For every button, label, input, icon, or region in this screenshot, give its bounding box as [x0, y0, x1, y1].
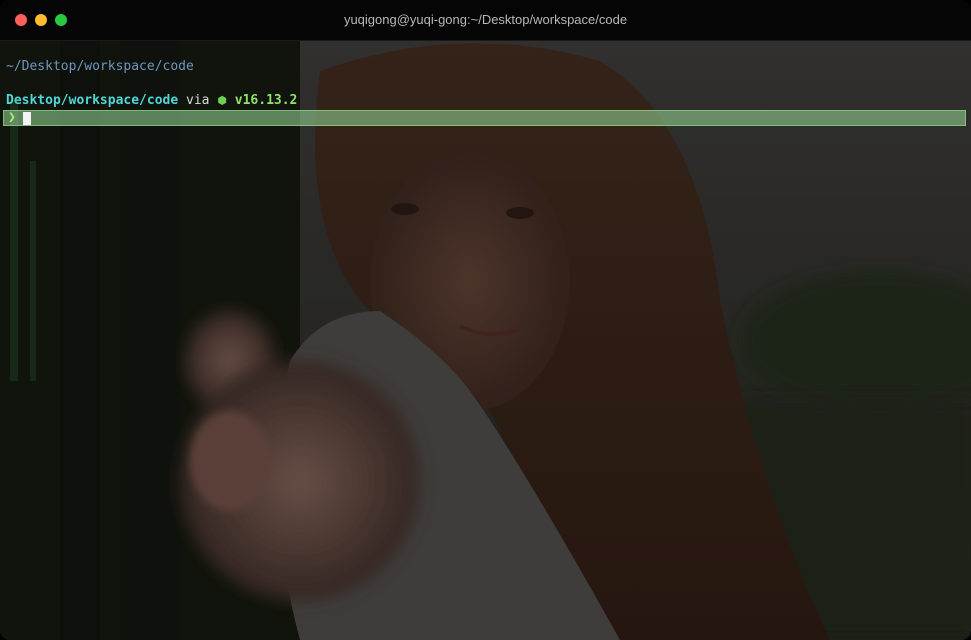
nodejs-icon: ⬢: [217, 94, 227, 107]
command-input-line[interactable]: ❯: [3, 110, 966, 126]
text-cursor: [23, 112, 31, 125]
prompt-chevron-icon: ❯: [8, 110, 16, 125]
terminal-content[interactable]: ~/Desktop/workspace/code Desktop/workspa…: [0, 41, 971, 640]
current-directory-line: ~/Desktop/workspace/code: [6, 59, 194, 74]
prompt-directory: Desktop/workspace/code: [6, 93, 179, 108]
title-bar[interactable]: yuqigong@yuqi-gong:~/Desktop/workspace/c…: [0, 0, 971, 41]
node-version: v16.13.2: [234, 93, 298, 108]
prompt-line: Desktop/workspace/code via ⬢ v16.13.2: [6, 92, 297, 109]
terminal-window: yuqigong@yuqi-gong:~/Desktop/workspace/c…: [0, 0, 971, 640]
prompt-via-text: via: [178, 93, 218, 108]
window-title: yuqigong@yuqi-gong:~/Desktop/workspace/c…: [343, 12, 628, 27]
